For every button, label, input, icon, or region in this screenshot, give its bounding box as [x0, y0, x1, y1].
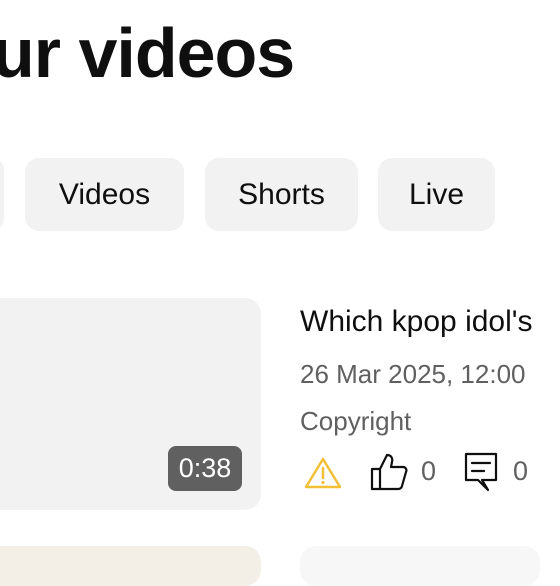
comment-icon[interactable] [464, 452, 498, 492]
tab-videos[interactable]: Videos [25, 158, 184, 231]
duration-badge: 0:38 [168, 446, 242, 491]
video-date: 26 Mar 2025, 12:00 [300, 359, 526, 389]
thumbs-up-icon[interactable] [369, 452, 409, 492]
comment-count: 0 [513, 456, 529, 486]
warning-triangle-icon[interactable] [303, 456, 343, 490]
tab-live[interactable]: Live [378, 158, 495, 231]
page-title: ur videos [0, 14, 295, 92]
like-count: 0 [421, 456, 437, 486]
next-video-thumbnail[interactable] [0, 546, 261, 586]
next-video-info[interactable] [300, 546, 540, 586]
tab-partial[interactable] [0, 158, 4, 231]
video-title[interactable]: Which kpop idol's [300, 305, 533, 339]
tab-shorts[interactable]: Shorts [205, 158, 358, 231]
video-restriction-status[interactable]: Copyright [300, 406, 411, 437]
